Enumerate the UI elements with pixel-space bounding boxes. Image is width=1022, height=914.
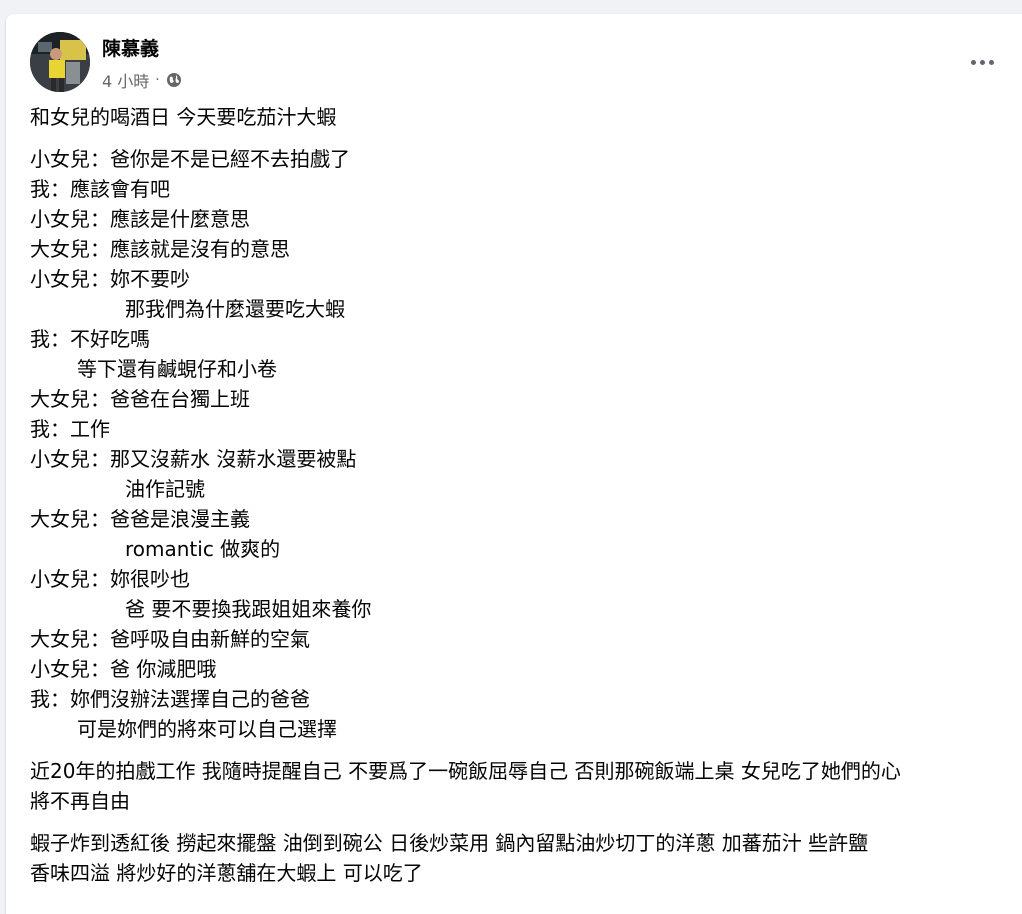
dialogue-line: 我：應該會有吧 (30, 177, 170, 201)
dialogue-line: 大女兒：爸爸在台獨上班 (30, 387, 250, 411)
avatar-photo (30, 32, 90, 92)
dialogue-line: 大女兒：爸呼吸自由新鮮的空氣 (30, 627, 310, 651)
dialogue-line: 油作記號 (125, 477, 205, 501)
globe-icon[interactable] (166, 72, 182, 88)
dialogue-line: 可是妳們的將來可以自己選擇 (77, 717, 337, 741)
post-meta: 4 小時 · (102, 68, 182, 92)
avatar[interactable] (30, 32, 90, 92)
dialogue-line: 大女兒：應該就是沒有的意思 (30, 237, 290, 261)
dialogue-line: 等下還有鹹蜆仔和小卷 (77, 357, 277, 381)
reflection-block: 近20年的拍戲工作 我隨時提醒自己 不要爲了一碗飯屈辱自己 否則那碗飯端上桌 女… (30, 756, 1010, 816)
recipe-line: 蝦子炸到透紅後 撈起來擺盤 油倒到碗公 日後炒菜用 鍋內留點油炒切丁的洋蔥 加蕃… (30, 831, 869, 855)
dialogue-line: 那我們為什麼還要吃大蝦 (125, 297, 345, 321)
dialogue-line: 小女兒：妳不要吵 (30, 267, 190, 291)
reflection-line: 近20年的拍戲工作 我隨時提醒自己 不要爲了一碗飯屈辱自己 否則那碗飯端上桌 女… (30, 759, 901, 783)
post-body: 和女兒的喝酒日 今天要吃茄汁大蝦 小女兒：爸你是不是已經不去拍戲了 我：應該會有… (30, 102, 1010, 900)
more-horizontal-icon[interactable] (964, 44, 1000, 80)
dialogue-line: 小女兒：應該是什麼意思 (30, 207, 250, 231)
dialogue-line: 我：不好吃嗎 (30, 327, 150, 351)
reflection-line: 將不再自由 (30, 789, 130, 813)
post-timestamp[interactable]: 4 小時 (102, 68, 149, 92)
post-intro: 和女兒的喝酒日 今天要吃茄汁大蝦 (30, 102, 1010, 132)
recipe-line: 香味四溢 將炒好的洋蔥舖在大蝦上 可以吃了 (30, 861, 423, 885)
dialogue-line: 小女兒：爸你是不是已經不去拍戲了 (30, 147, 350, 171)
intro-line: 和女兒的喝酒日 今天要吃茄汁大蝦 (30, 105, 337, 129)
recipe-block: 蝦子炸到透紅後 撈起來擺盤 油倒到碗公 日後炒菜用 鍋內留點油炒切丁的洋蔥 加蕃… (30, 828, 1010, 888)
dialogue-line: romantic 做爽的 (125, 537, 281, 561)
dialogue-line: 小女兒：爸 你減肥哦 (30, 657, 217, 681)
author-name[interactable]: 陳慕義 (102, 34, 159, 61)
dialogue-line: 小女兒：妳很吵也 (30, 567, 190, 591)
dialogue-line: 小女兒：那又沒薪水 沒薪水還要被點 (30, 447, 357, 471)
dialogue-line: 爸 要不要換我跟姐姐來養你 (125, 597, 372, 621)
dialogue-block: 小女兒：爸你是不是已經不去拍戲了 我：應該會有吧 小女兒：應該是什麼意思 大女兒… (30, 144, 1010, 744)
post-header: 陳慕義 4 小時 · (30, 32, 1010, 92)
dialogue-line: 我：妳們沒辦法選擇自己的爸爸 (30, 687, 310, 711)
meta-separator: · (155, 72, 160, 88)
dialogue-line: 我：工作 (30, 417, 110, 441)
post-card: 陳慕義 4 小時 · 和女兒的喝酒日 今天要吃茄汁大蝦 小女兒：爸你是不是已經不… (6, 14, 1022, 914)
dialogue-line: 大女兒：爸爸是浪漫主義 (30, 507, 250, 531)
